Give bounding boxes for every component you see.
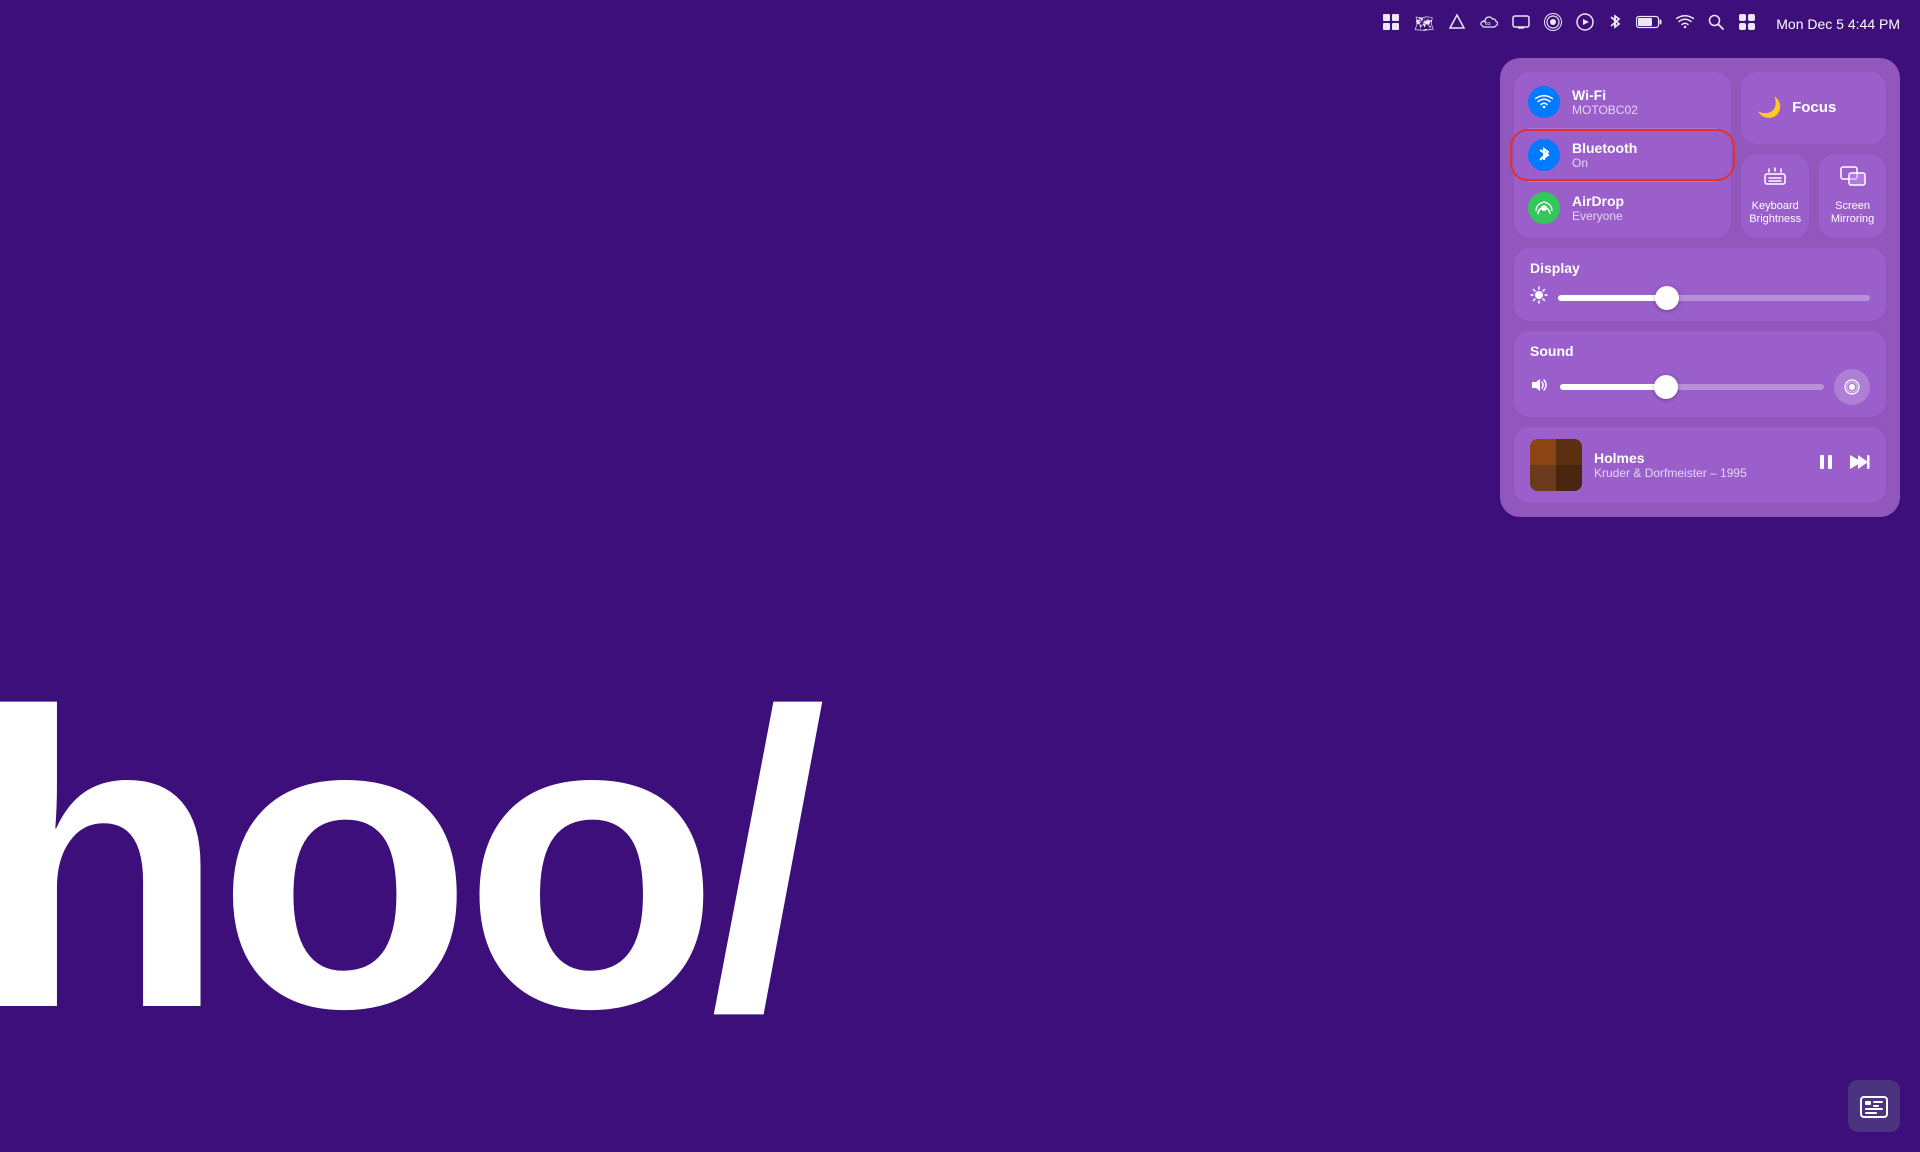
moon-icon: 🌙: [1757, 95, 1782, 120]
volume-icon: [1530, 377, 1550, 398]
search-menubar-icon[interactable]: [1708, 14, 1724, 35]
menubar: 🗺 ∞: [0, 0, 1920, 48]
file-browser-icon[interactable]: [1382, 13, 1400, 36]
play-circle-icon[interactable]: [1576, 13, 1594, 36]
control-center-menubar-icon[interactable]: [1738, 13, 1756, 36]
svg-text:∞: ∞: [1485, 19, 1491, 28]
bottom-right-app-icon[interactable]: [1848, 1080, 1900, 1132]
podcast-icon[interactable]: [1544, 13, 1562, 36]
bluetooth-name: Bluetooth: [1572, 140, 1637, 156]
focus-button[interactable]: 🌙 Focus: [1741, 72, 1886, 144]
bluetooth-text: Bluetooth On: [1572, 140, 1637, 170]
display-slider-row: [1530, 286, 1870, 309]
wifi-text: Wi-Fi MOTOBC02: [1572, 87, 1638, 117]
sound-volume-slider[interactable]: [1560, 384, 1824, 390]
bluetooth-menubar-icon[interactable]: [1608, 13, 1622, 36]
airdrop-icon: [1528, 192, 1560, 224]
divider-1: [1528, 128, 1717, 129]
sound-title: Sound: [1530, 343, 1870, 359]
wifi-menubar-icon[interactable]: [1676, 14, 1694, 35]
creative-cloud-icon[interactable]: ∞: [1480, 15, 1498, 34]
focus-label: Focus: [1792, 99, 1836, 116]
sound-panel: Sound: [1514, 331, 1886, 417]
screen-mirroring-button[interactable]: Screen Mirroring: [1819, 154, 1886, 238]
wifi-icon: [1528, 86, 1560, 118]
skip-forward-button[interactable]: [1848, 452, 1870, 478]
divider-2: [1528, 181, 1717, 182]
music-controls: [1816, 452, 1870, 478]
menubar-time: Mon Dec 5 4:44 PM: [1776, 16, 1900, 32]
menubar-icons: 🗺 ∞: [1382, 13, 1756, 36]
desktop-text: hoo/: [0, 652, 816, 1072]
display-brightness-slider[interactable]: [1558, 295, 1870, 301]
sound-output-button[interactable]: [1834, 369, 1870, 405]
top-section: Wi-Fi MOTOBC02 Bluetooth On: [1514, 72, 1886, 238]
brightness-icon: [1530, 286, 1548, 309]
keyboard-brightness-label: Keyboard Brightness: [1749, 200, 1801, 226]
wifi-status: MOTOBC02: [1572, 103, 1638, 117]
screen-mirroring-icon: [1840, 166, 1866, 194]
control-center: Wi-Fi MOTOBC02 Bluetooth On: [1500, 58, 1900, 517]
keyboard-brightness-button[interactable]: Keyboard Brightness: [1741, 154, 1809, 238]
wifi-name: Wi-Fi: [1572, 87, 1638, 103]
bluetooth-item[interactable]: Bluetooth On: [1514, 131, 1731, 179]
music-subtitle: Kruder & Dorfmeister – 1995: [1594, 466, 1804, 480]
battery-icon[interactable]: [1636, 15, 1662, 34]
airdrop-name: AirDrop: [1572, 193, 1624, 209]
music-panel: Holmes Kruder & Dorfmeister – 1995: [1514, 427, 1886, 503]
connectivity-panel: Wi-Fi MOTOBC02 Bluetooth On: [1514, 72, 1731, 238]
screen-mirroring-label: Screen Mirroring: [1827, 200, 1878, 226]
delta-icon[interactable]: [1448, 13, 1466, 36]
airdrop-text: AirDrop Everyone: [1572, 193, 1624, 223]
airdrop-item[interactable]: AirDrop Everyone: [1514, 184, 1731, 232]
right-panel: 🌙 Focus Keyb: [1741, 72, 1886, 238]
maps-icon[interactable]: 🗺: [1414, 14, 1434, 34]
bluetooth-status: On: [1572, 156, 1637, 170]
sound-slider-row: [1530, 369, 1870, 405]
pause-button[interactable]: [1816, 452, 1836, 478]
screen-share-icon[interactable]: [1512, 13, 1530, 36]
bluetooth-icon: [1528, 139, 1560, 171]
keyboard-brightness-icon: [1763, 166, 1787, 194]
small-buttons-row: Keyboard Brightness Screen Mirroring: [1741, 154, 1886, 238]
wifi-item[interactable]: Wi-Fi MOTOBC02: [1514, 78, 1731, 126]
display-title: Display: [1530, 260, 1870, 276]
airdrop-status: Everyone: [1572, 209, 1624, 223]
album-art: [1530, 439, 1582, 491]
music-title: Holmes: [1594, 450, 1804, 466]
display-panel: Display: [1514, 248, 1886, 321]
music-info: Holmes Kruder & Dorfmeister – 1995: [1594, 450, 1804, 480]
